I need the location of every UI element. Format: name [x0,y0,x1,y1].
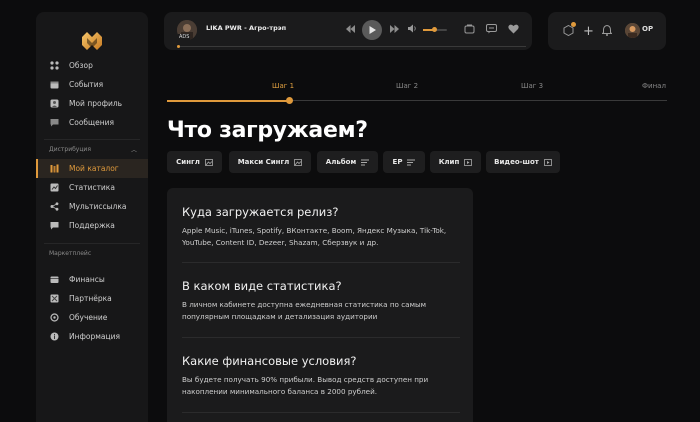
sidebar-item-support[interactable]: Поддержка [36,216,148,235]
divider [44,139,140,140]
sidebar-item-label: Сообщения [69,118,115,127]
support-icon [49,221,59,231]
chevron-up-icon[interactable]: ︿ [131,145,137,154]
sidebar-item-label: Статистика [69,183,115,192]
add-icon[interactable]: + [583,24,594,39]
divider [182,337,460,338]
track-progress-knob[interactable] [177,45,180,48]
user-initials: OP [642,25,654,33]
sidebar-item-education[interactable]: Обучение [36,308,148,327]
catalog-icon [49,164,59,174]
page-title: Что загружаем? [167,118,368,143]
sidebar-item-label: Поддержка [69,221,115,230]
next-icon[interactable] [390,25,399,33]
sidebar-item-info[interactable]: Информация [36,327,148,346]
sidebar-item-profile[interactable]: Мой профиль [36,94,148,113]
divider [44,243,140,244]
type-album-button[interactable]: Альбом [317,151,378,173]
info-icon [49,332,59,342]
sidebar-item-label: Мой профиль [69,99,123,108]
sidebar-item-label: Финансы [69,275,105,284]
divider [182,412,460,413]
finance-icon [49,275,59,285]
type-ep-label: EP [392,158,403,166]
heart-icon[interactable] [508,24,519,34]
type-clip-button[interactable]: Клип [430,151,481,173]
sidebar-item-catalog[interactable]: Мой каталог [36,159,148,178]
step-1[interactable]: Шаг 1 [272,82,294,90]
header-actions: + OP [548,12,666,50]
image-icon [294,158,303,166]
sidebar-item-label: Обучение [69,313,108,322]
previous-icon[interactable] [346,25,355,33]
sidebar-item-multilink[interactable]: Мультиссылка [36,197,148,216]
volume-knob[interactable] [432,27,437,32]
stepper-current-dot [286,97,293,104]
statistics-icon [49,183,59,193]
type-maxi-single-button[interactable]: Макси Сингл [229,151,311,173]
faq-answer: Apple Music, iTunes, Spotify, ВКонтакте,… [182,226,447,247]
faq-panel: Куда загружается релиз? Apple Music, iTu… [167,188,473,422]
sidebar-item-overview[interactable]: Обзор [36,56,148,75]
playlist-icon [407,159,416,166]
faq-answer: Вы будете получать 90% прибыли. Вывод ср… [182,375,429,396]
faq-answer: В личном кабинете доступна ежедневная ст… [182,300,427,321]
cart-icon[interactable] [464,24,475,34]
video-icon [543,158,552,166]
video-icon [464,158,473,166]
play-button[interactable] [362,20,382,40]
type-clip-label: Клип [438,158,460,166]
section-title-distribution: Дистрибуция [49,146,91,153]
user-profile-icon [49,99,59,109]
notification-badge [571,22,576,27]
sidebar-item-label: Информация [69,332,121,341]
sidebar-item-messages[interactable]: Сообщения [36,113,148,132]
faq-question: В каком виде статистика? [182,279,342,293]
sidebar-item-events[interactable]: События [36,75,148,94]
track-progress-bar[interactable] [178,46,526,47]
step-2[interactable]: Шаг 2 [396,82,418,90]
type-ep-button[interactable]: EP [383,151,425,173]
step-final[interactable]: Финал [642,82,666,90]
sidebar-item-label: Мультиссылка [69,202,127,211]
track-title: LIKA PWR - Агро-трэп [206,24,287,32]
type-single-button[interactable]: Сингл [167,151,222,173]
image-icon [204,158,213,166]
type-video-shot-label: Видео-шот [494,158,539,166]
type-maxi-single-label: Макси Сингл [237,158,290,166]
dashboard-grid-icon [49,61,59,71]
divider [182,262,460,263]
sidebar-item-label: События [69,80,104,89]
sidebar: Обзор События Мой профиль Сообщения Дист… [36,12,148,422]
multilink-icon [49,202,59,212]
sidebar-item-label: Мой каталог [69,164,119,173]
ads-label: ADS [178,34,191,40]
type-single-label: Сингл [176,158,200,166]
volume-icon[interactable] [408,24,417,33]
avatar[interactable] [625,23,640,38]
messages-icon [49,118,59,128]
step-3[interactable]: Шаг 3 [521,82,543,90]
faq-question: Куда загружается релиз? [182,205,339,219]
sidebar-item-finance[interactable]: Финансы [36,270,148,289]
faq-question: Какие финансовые условия? [182,354,357,368]
type-video-shot-button[interactable]: Видео-шот [486,151,560,173]
logo-icon[interactable] [81,31,103,51]
section-title-marketplace: Маркетплейс [49,250,92,257]
playlist-icon [361,159,370,166]
sidebar-item-label: Обзор [69,61,93,70]
stepper-progress [167,100,290,102]
sidebar-item-partner[interactable]: Партнёрка [36,289,148,308]
sidebar-item-label: Партнёрка [69,294,112,303]
partner-icon [49,294,59,304]
type-album-label: Альбом [325,158,357,166]
sidebar-item-statistics[interactable]: Статистика [36,178,148,197]
education-icon [49,313,59,323]
bell-icon[interactable] [602,25,612,36]
chat-icon[interactable] [486,24,497,34]
calendar-icon [49,80,59,90]
audio-player: ADS LIKA PWR - Агро-трэп [164,12,532,50]
